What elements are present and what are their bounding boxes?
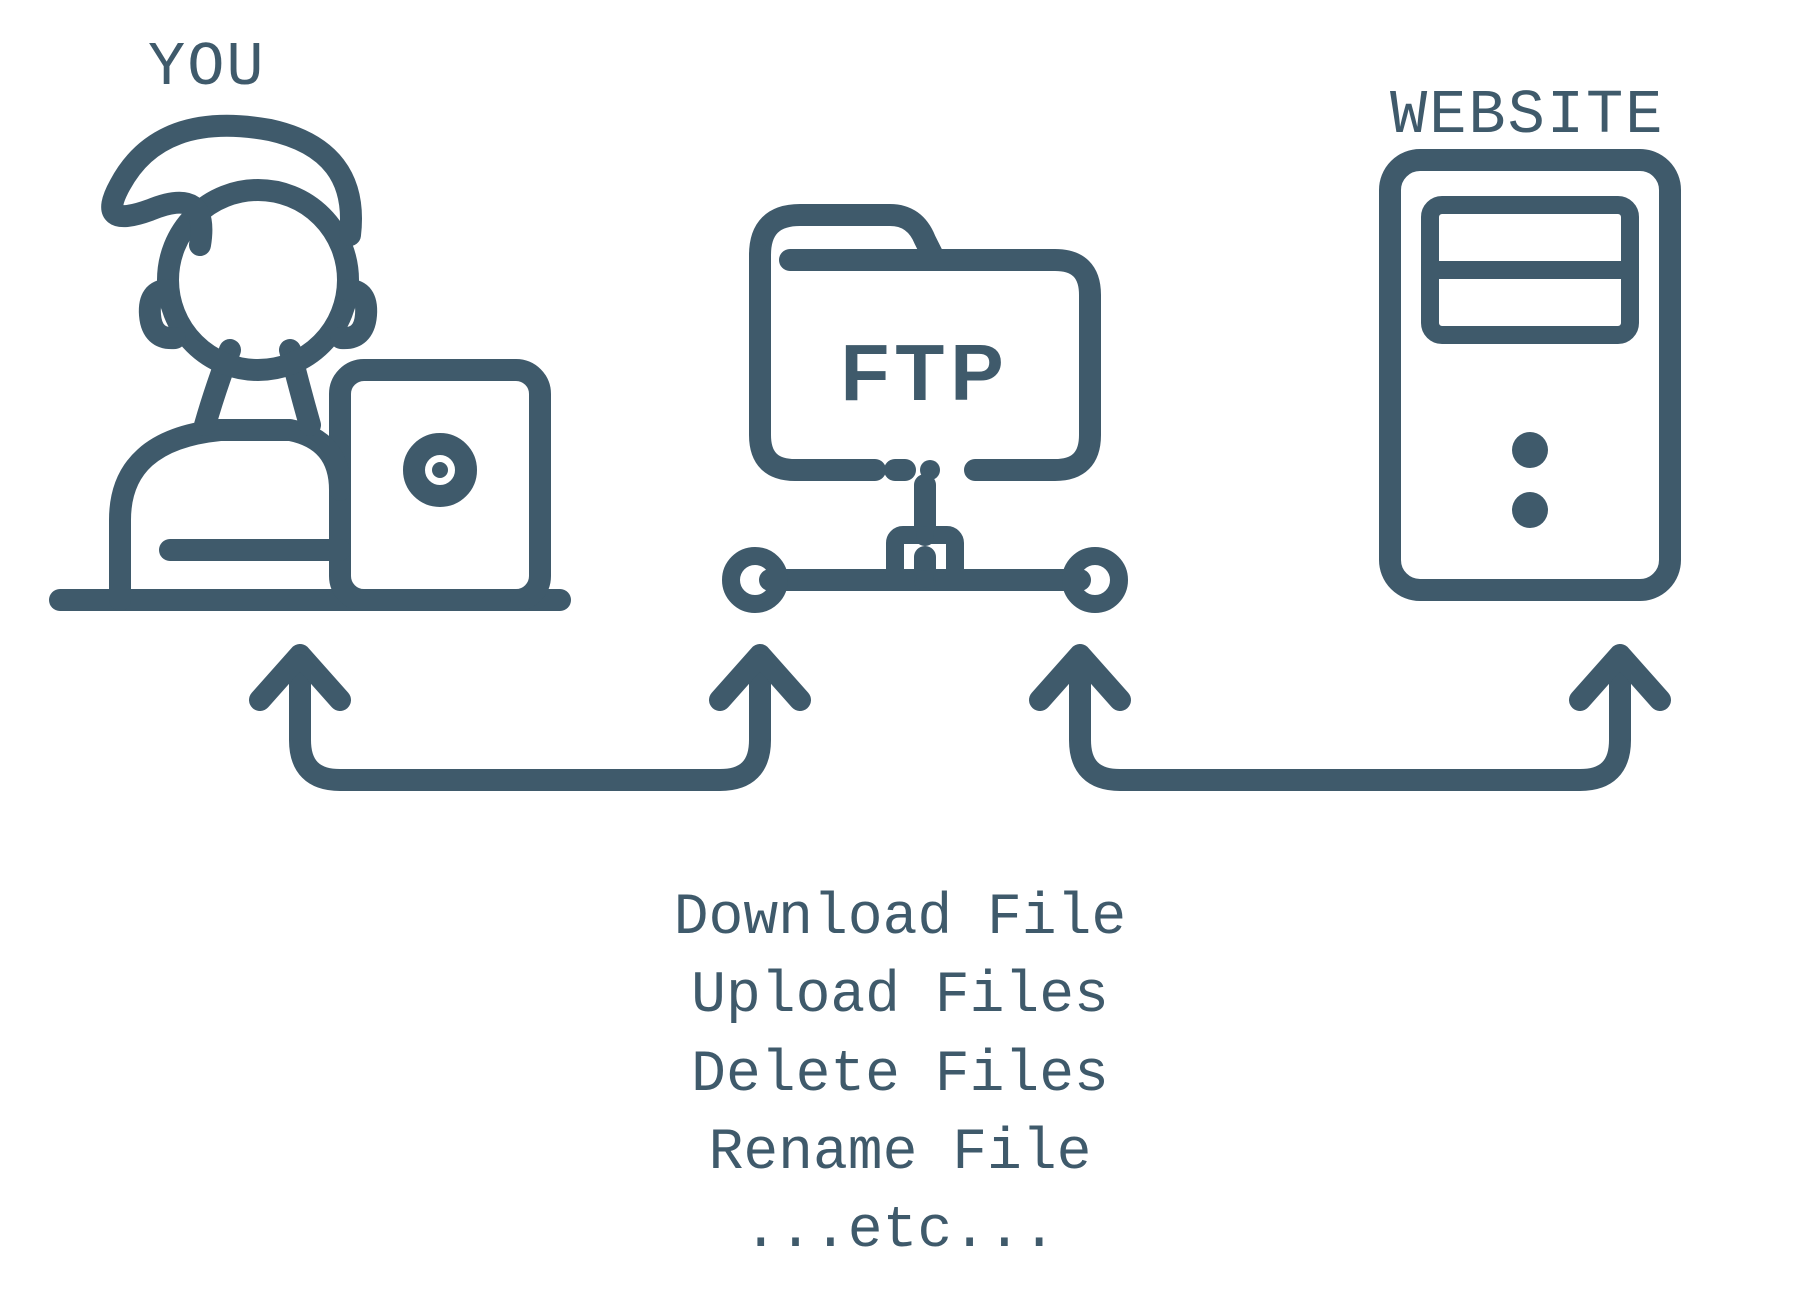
operation-item: Delete Files — [0, 1037, 1800, 1115]
operation-item: ...etc... — [0, 1193, 1800, 1271]
diagram-canvas: { "labels": { "you": "YOU", "website": "… — [0, 0, 1800, 1300]
operation-item: Download File — [0, 880, 1800, 958]
operation-item: Upload Files — [0, 958, 1800, 1036]
operations-list: Download File Upload Files Delete Files … — [0, 880, 1800, 1271]
operation-item: Rename File — [0, 1115, 1800, 1193]
